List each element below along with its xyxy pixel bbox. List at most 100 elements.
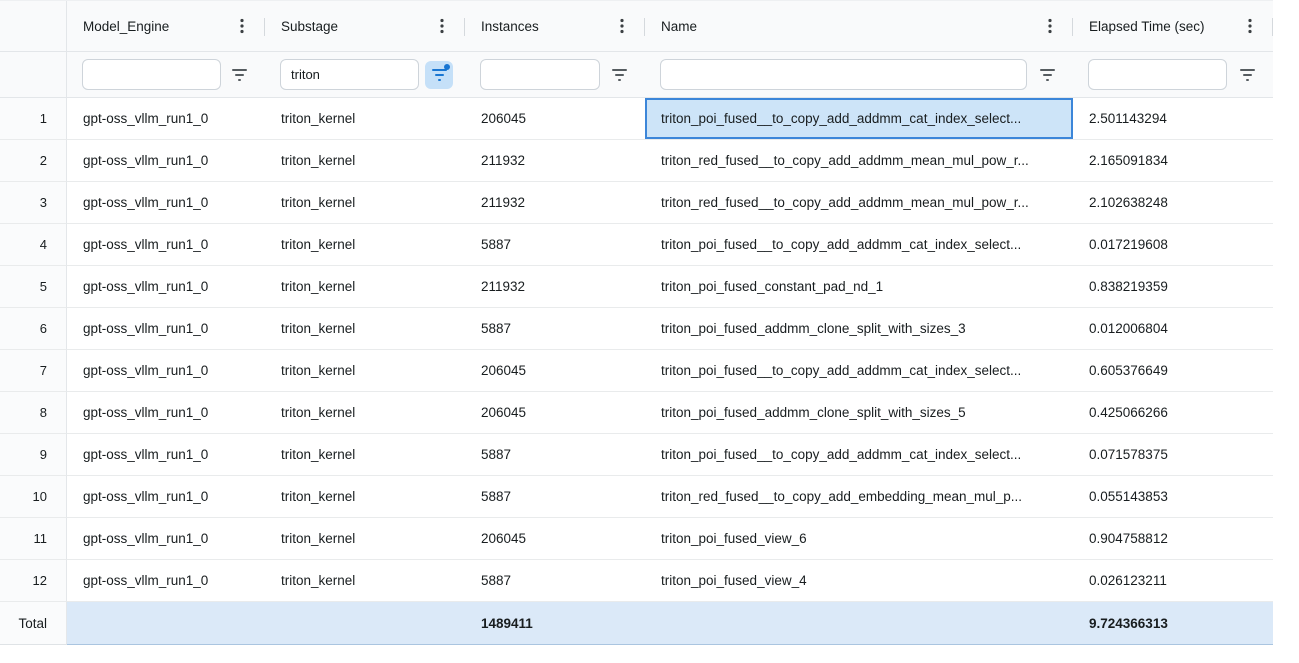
cell-instances[interactable]: 211932 [465,266,645,308]
table-row: 9 gpt-oss_vllm_run1_0 triton_kernel 5887… [0,434,1273,476]
cell-substage[interactable]: triton_kernel [265,266,465,308]
cell-substage[interactable]: triton_kernel [265,560,465,602]
filter-input-substage[interactable] [280,59,419,90]
cell-elapsed[interactable]: 0.012006804 [1073,308,1273,350]
column-label: Model_Engine [83,19,169,34]
row-number: 7 [0,350,67,392]
cell-substage[interactable]: triton_kernel [265,98,465,140]
cell-model-engine[interactable]: gpt-oss_vllm_run1_0 [67,98,265,140]
cell-elapsed[interactable]: 0.017219608 [1073,224,1273,266]
cell-model-engine[interactable]: gpt-oss_vllm_run1_0 [67,392,265,434]
cell-instances[interactable]: 5887 [465,224,645,266]
filter-input-instances[interactable] [480,59,600,90]
column-menu-icon[interactable] [1241,15,1259,37]
cell-model-engine[interactable]: gpt-oss_vllm_run1_0 [67,350,265,392]
cell-model-engine[interactable]: gpt-oss_vllm_run1_0 [67,266,265,308]
filter-icon[interactable] [1033,61,1061,89]
column-label: Name [661,19,697,34]
row-number: 3 [0,182,67,224]
cell-model-engine[interactable]: gpt-oss_vllm_run1_0 [67,518,265,560]
cell-substage[interactable]: triton_kernel [265,224,465,266]
cell-substage[interactable]: triton_kernel [265,140,465,182]
column-label: Instances [481,19,539,34]
cell-model-engine[interactable]: gpt-oss_vllm_run1_0 [67,140,265,182]
column-menu-icon[interactable] [233,15,251,37]
cell-name[interactable]: triton_poi_fused_view_4 [645,560,1073,602]
cell-model-engine[interactable]: gpt-oss_vllm_run1_0 [67,224,265,266]
cell-elapsed[interactable]: 2.501143294 [1073,98,1273,140]
total-instances-value: 1489411 [465,602,645,645]
table-row: 2 gpt-oss_vllm_run1_0 triton_kernel 2119… [0,140,1273,182]
table-row: 11 gpt-oss_vllm_run1_0 triton_kernel 206… [0,518,1273,560]
cell-instances[interactable]: 5887 [465,434,645,476]
cell-elapsed[interactable]: 0.026123211 [1073,560,1273,602]
cell-model-engine[interactable]: gpt-oss_vllm_run1_0 [67,308,265,350]
column-header-name[interactable]: Name [645,1,1073,52]
cell-instances[interactable]: 211932 [465,182,645,224]
cell-substage[interactable]: triton_kernel [265,392,465,434]
column-header-elapsed-time[interactable]: Elapsed Time (sec) [1073,1,1273,52]
column-label: Substage [281,19,338,34]
column-menu-icon[interactable] [1041,15,1059,37]
column-header-substage[interactable]: Substage [265,1,465,52]
filter-row-corner [0,52,67,98]
filter-icon-active[interactable] [425,61,453,89]
cell-model-engine[interactable]: gpt-oss_vllm_run1_0 [67,476,265,518]
cell-substage[interactable]: triton_kernel [265,350,465,392]
cell-name[interactable]: triton_poi_fused_addmm_clone_split_with_… [645,392,1073,434]
row-number: 10 [0,476,67,518]
cell-elapsed[interactable]: 2.102638248 [1073,182,1273,224]
cell-name[interactable]: triton_red_fused__to_copy_add_addmm_mean… [645,182,1073,224]
cell-name[interactable]: triton_poi_fused__to_copy_add_addmm_cat_… [645,350,1073,392]
cell-instances[interactable]: 5887 [465,476,645,518]
cell-elapsed[interactable]: 2.165091834 [1073,140,1273,182]
cell-name-selected[interactable]: triton_poi_fused__to_copy_add_addmm_cat_… [645,98,1073,140]
cell-instances[interactable]: 206045 [465,98,645,140]
column-header-model-engine[interactable]: Model_Engine [67,1,265,52]
cell-instances[interactable]: 5887 [465,560,645,602]
cell-name[interactable]: triton_poi_fused__to_copy_add_addmm_cat_… [645,224,1073,266]
column-menu-icon[interactable] [613,15,631,37]
filter-icon[interactable] [1233,61,1261,89]
cell-name[interactable]: triton_poi_fused_addmm_clone_split_with_… [645,308,1073,350]
cell-elapsed[interactable]: 0.838219359 [1073,266,1273,308]
cell-instances[interactable]: 5887 [465,308,645,350]
row-number: 9 [0,434,67,476]
cell-model-engine[interactable]: gpt-oss_vllm_run1_0 [67,434,265,476]
cell-substage[interactable]: triton_kernel [265,434,465,476]
cell-substage[interactable]: triton_kernel [265,518,465,560]
table-row: 12 gpt-oss_vllm_run1_0 triton_kernel 588… [0,560,1273,602]
cell-elapsed[interactable]: 0.055143853 [1073,476,1273,518]
cell-substage[interactable]: triton_kernel [265,182,465,224]
total-label: Total [0,602,67,645]
table-row: 5 gpt-oss_vllm_run1_0 triton_kernel 2119… [0,266,1273,308]
cell-substage[interactable]: triton_kernel [265,476,465,518]
cell-substage[interactable]: triton_kernel [265,308,465,350]
cell-elapsed[interactable]: 0.425066266 [1073,392,1273,434]
cell-elapsed[interactable]: 0.071578375 [1073,434,1273,476]
cell-name[interactable]: triton_poi_fused_view_6 [645,518,1073,560]
column-header-instances[interactable]: Instances [465,1,645,52]
filter-input-model-engine[interactable] [82,59,221,90]
cell-instances[interactable]: 206045 [465,518,645,560]
cell-model-engine[interactable]: gpt-oss_vllm_run1_0 [67,182,265,224]
cell-name[interactable]: triton_poi_fused__to_copy_add_addmm_cat_… [645,434,1073,476]
cell-instances[interactable]: 206045 [465,350,645,392]
cell-instances[interactable]: 206045 [465,392,645,434]
column-menu-icon[interactable] [433,15,451,37]
filter-input-name[interactable] [660,59,1027,90]
cell-instances[interactable]: 211932 [465,140,645,182]
table-row: 3 gpt-oss_vllm_run1_0 triton_kernel 2119… [0,182,1273,224]
data-grid: Model_Engine Substage Instances Name Ela [0,0,1273,645]
row-number-header [0,1,67,52]
cell-name[interactable]: triton_red_fused__to_copy_add_addmm_mean… [645,140,1073,182]
cell-model-engine[interactable]: gpt-oss_vllm_run1_0 [67,560,265,602]
column-label: Elapsed Time (sec) [1089,19,1205,34]
filter-icon[interactable] [605,61,633,89]
cell-elapsed[interactable]: 0.605376649 [1073,350,1273,392]
cell-elapsed[interactable]: 0.904758812 [1073,518,1273,560]
cell-name[interactable]: triton_poi_fused_constant_pad_nd_1 [645,266,1073,308]
filter-icon[interactable] [225,61,253,89]
cell-name[interactable]: triton_red_fused__to_copy_add_embedding_… [645,476,1073,518]
filter-input-elapsed-time[interactable] [1088,59,1227,90]
